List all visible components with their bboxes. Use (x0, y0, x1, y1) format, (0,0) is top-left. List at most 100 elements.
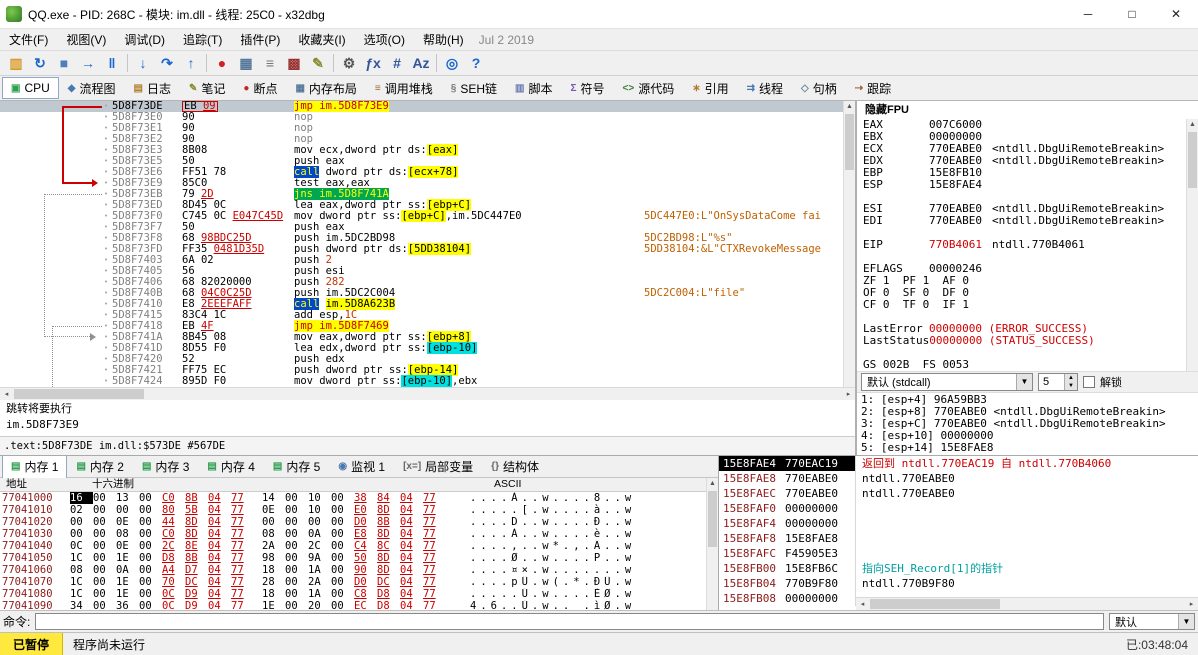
settings-icon[interactable]: ⚙ (337, 52, 361, 74)
command-profile-select[interactable]: 默认 ▼ (1109, 613, 1195, 630)
menu-item[interactable]: 选项(O) (355, 29, 414, 50)
disasm-row[interactable]: •5D8F7424895D F0mov dword ptr ss:[ebp-10… (0, 376, 843, 387)
dump-row[interactable]: 7704103000000800C08D047708000A00E88D0477… (0, 528, 706, 540)
tab-cpu[interactable]: ▣CPU (2, 77, 59, 99)
search-icon[interactable]: ◎ (440, 52, 464, 74)
dump-row[interactable]: 770410501C001E00D88B047798009A00508D0477… (0, 552, 706, 564)
tab-seh-chain[interactable]: §SEH链 (442, 76, 506, 101)
stack-row[interactable]: 15E8FB04770B9F80ntdll.770B9F80 (719, 576, 1198, 591)
register-row[interactable]: GS 002B FS 0053 (857, 359, 1198, 371)
registers-scrollbar[interactable]: ▲ (1186, 119, 1198, 371)
menu-item[interactable]: 帮助(H) (414, 29, 473, 50)
menu-item[interactable]: 收藏夹(I) (289, 29, 354, 50)
tab-threads[interactable]: ⇉线程 (738, 76, 792, 101)
step-over-icon[interactable]: ↷ (155, 52, 179, 74)
patches-icon[interactable]: ▩ (282, 52, 306, 74)
dump-row[interactable]: 77041090340036000CD904771E002000ECD80477… (0, 600, 706, 610)
dump-row[interactable]: 770410400C000E002C8E04772A002C00C48C0477… (0, 540, 706, 552)
comments-icon[interactable]: ✎ (306, 52, 330, 74)
command-input[interactable] (35, 613, 1104, 630)
tab-struct[interactable]: {}结构体 (482, 456, 548, 479)
scroll-up-icon[interactable]: ▲ (1187, 119, 1198, 131)
stack-horizontal-scrollbar[interactable]: ◂ ▸ (856, 597, 1198, 610)
register-row[interactable]: LastStatus00000000 (STATUS_SUCCESS) (857, 335, 1198, 347)
calling-convention-select[interactable]: 默认 (stdcall) ▼ (861, 373, 1033, 391)
dump-row[interactable]: 770410701C001E0070DC047728002A00D0DC0477… (0, 576, 706, 588)
register-row[interactable]: EIP770B4061ntdll.770B4061 (857, 239, 1198, 251)
register-row[interactable] (857, 251, 1198, 263)
chevron-down-icon[interactable]: ▼ (1016, 374, 1032, 390)
register-row[interactable]: EDI770EABE0<ntdll.DbgUiRemoteBreakin> (857, 215, 1198, 227)
dump-row[interactable]: 770410801C001E000CD9047718001A00C8D80477… (0, 588, 706, 600)
menu-item[interactable]: 追踪(T) (174, 29, 231, 50)
tab-handles[interactable]: ◇句柄 (792, 76, 846, 101)
scrollbar-thumb[interactable] (1188, 132, 1197, 188)
scrollbar-thumb[interactable] (14, 389, 144, 399)
dump-row[interactable]: 7704106008000A00A4D7047718001A00908D0477… (0, 564, 706, 576)
menu-item[interactable]: 调试(D) (115, 29, 174, 50)
stack-row[interactable]: 15E8FB0015E8FB6C指向SEH_Record[1]的指针 (719, 561, 1198, 576)
functions-icon[interactable]: ƒx (361, 52, 385, 74)
tab-memory-1[interactable]: ▤内存 1 (2, 456, 67, 479)
scroll-up-icon[interactable]: ▲ (707, 478, 718, 490)
breakpoints-icon[interactable]: ● (210, 52, 234, 74)
scroll-left-icon[interactable]: ◂ (856, 598, 869, 610)
tab-memory-3[interactable]: ▤内存 3 (133, 456, 198, 479)
run-icon[interactable]: → (76, 52, 100, 74)
tab-log[interactable]: ▤日志 (125, 76, 180, 101)
dump-vertical-scrollbar[interactable]: ▲ (706, 478, 718, 610)
step-into-icon[interactable]: ↓ (131, 52, 155, 74)
maximize-button[interactable]: □ (1110, 0, 1154, 28)
tab-source[interactable]: <>源代码 (614, 76, 684, 101)
dump-row[interactable]: 7704101002000000805B04770E001000E08D0477… (0, 504, 706, 516)
tab-symbols[interactable]: Σ符号 (562, 76, 614, 101)
disassembly-vertical-scrollbar[interactable]: ▲ (843, 101, 855, 387)
stack-row[interactable]: 15E8FAF000000000 (719, 501, 1198, 516)
argument-row[interactable]: 5: [esp+14] 15E8FAE8 (857, 442, 1198, 454)
menu-item[interactable]: 插件(P) (231, 29, 289, 50)
restart-icon[interactable]: ↻ (28, 52, 52, 74)
pause-icon[interactable]: ‖ (100, 52, 124, 74)
stack-row[interactable]: 15E8FAFCF45905E3 (719, 546, 1198, 561)
stop-icon[interactable]: ■ (52, 52, 76, 74)
tab-call-stack[interactable]: ≡调用堆栈 (366, 76, 442, 101)
register-row[interactable]: EAX007C6000 (857, 119, 1198, 131)
stack-row[interactable]: 15E8FAE8770EABE0ntdll.770EABE0 (719, 471, 1198, 486)
tab-graph[interactable]: ◆流程图 (59, 76, 125, 101)
minimize-button[interactable]: ─ (1066, 0, 1110, 28)
stack-row[interactable]: 15E8FAF400000000 (719, 516, 1198, 531)
register-row[interactable]: ESP15E8FAE4 (857, 179, 1198, 191)
argument-count-stepper[interactable]: 5 ▲▼ (1038, 373, 1078, 391)
scrollbar-thumb[interactable] (845, 114, 854, 170)
open-file-icon[interactable]: ▥ (4, 52, 28, 74)
stack-row[interactable]: 15E8FAE4770EAC19返回到 ntdll.770EAC19 自 ntd… (719, 456, 1198, 471)
tab-watch-1[interactable]: ◉监视 1 (329, 456, 394, 479)
tab-memory-4[interactable]: ▤内存 4 (198, 456, 263, 479)
scroll-right-icon[interactable]: ▸ (1185, 598, 1198, 610)
close-button[interactable]: ✕ (1154, 0, 1198, 28)
scroll-left-icon[interactable]: ◂ (0, 388, 13, 400)
tab-memory-map[interactable]: ▦内存布局 (286, 76, 365, 101)
tab-breakpoints[interactable]: ●断点 (234, 76, 286, 101)
tab-notes[interactable]: ✎笔记 (180, 76, 234, 101)
stack-row[interactable]: 15E8FAEC770EABE0ntdll.770EABE0 (719, 486, 1198, 501)
scrollbar-thumb[interactable] (708, 491, 717, 547)
tab-script[interactable]: ▥脚本 (506, 76, 561, 101)
spin-up-icon[interactable]: ▲ (1065, 374, 1077, 382)
disassembly-horizontal-scrollbar[interactable]: ◂ ▸ (0, 387, 855, 400)
chevron-down-icon[interactable]: ▼ (1178, 614, 1194, 629)
run-to-return-icon[interactable]: ↑ (179, 52, 203, 74)
dump-row[interactable]: 7704102000000E00448D047700000000D08B0477… (0, 516, 706, 528)
tab-locals[interactable]: [x=]局部变量 (394, 456, 482, 479)
menu-item[interactable]: 文件(F) (0, 29, 57, 50)
font-icon[interactable]: Az (409, 52, 433, 74)
scroll-right-icon[interactable]: ▸ (842, 388, 855, 400)
hash-icon[interactable]: # (385, 52, 409, 74)
scrollbar-thumb[interactable] (870, 599, 1000, 609)
register-row[interactable]: EDX770EABE0<ntdll.DbgUiRemoteBreakin> (857, 155, 1198, 167)
register-row[interactable]: CF 0 TF 0 IF 1 (857, 299, 1198, 311)
memory-map-icon[interactable]: ▦ (234, 52, 258, 74)
scroll-up-icon[interactable]: ▲ (844, 101, 855, 113)
dump-row[interactable]: 7704100016001300C08B04771400100038840477… (0, 492, 706, 504)
register-row[interactable]: EBP15E8FB10 (857, 167, 1198, 179)
